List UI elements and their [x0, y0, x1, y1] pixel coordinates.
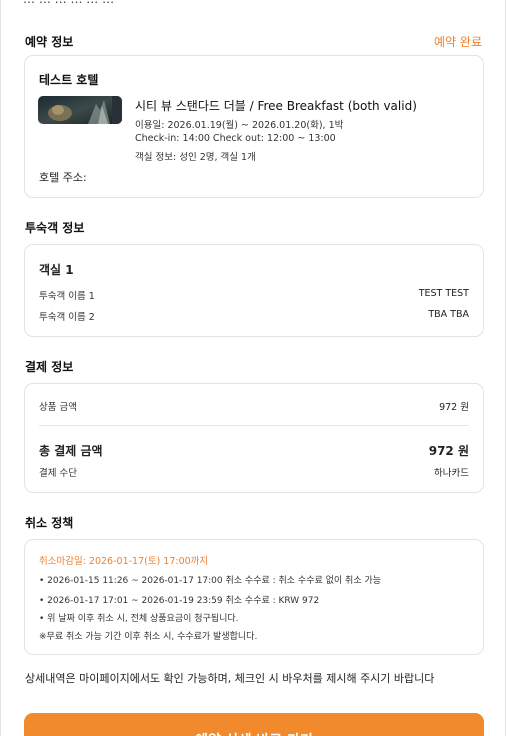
payment-method-value: 하나카드 [434, 468, 469, 479]
check-times: Check-in: 14:00 Check out: 12:00 ~ 13:00 [135, 133, 336, 144]
room-title: 시티 뷰 스탠다드 더블 / Free Breakfast (both vali… [135, 99, 417, 113]
status-badge: 예약 완료 [434, 35, 482, 49]
hotel-address-label: 호텔 주소: [39, 171, 87, 184]
guests-section-title: 투숙객 정보 [25, 221, 85, 235]
voucher-info-text: 상세내역은 마이페이지에서도 확인 가능하며, 체크인 시 바우처를 제시해 주… [25, 672, 435, 685]
payment-card: 상품 금액 972 원 총 결제 금액 972 원 결제 수단 하나카드 [24, 383, 484, 493]
guest-name-label: 투숙객 이름 1 [39, 291, 95, 302]
hotel-name: 테스트 호텔 [39, 73, 99, 87]
hotel-thumbnail[interactable] [38, 96, 122, 124]
hotel-image-icon [38, 96, 122, 124]
total-amount-value: 972 원 [428, 444, 469, 458]
top-partial-text: … … … … … … [23, 0, 114, 6]
policy-item: • 위 날짜 이후 취소 시, 전체 상품요금이 청구됩니다. [39, 614, 239, 624]
guest-name-value: TBA TBA [428, 309, 469, 320]
total-amount-label: 총 결제 금액 [39, 444, 103, 458]
stay-dates: 이용일: 2026.01.19(월) ~ 2026.01.20(화), 1박 [135, 120, 344, 131]
reservation-complete-page: … … … … … … 예약 정보 예약 완료 테스트 호텔 [0, 0, 506, 736]
policy-item: • 2026-01-17 17:01 ~ 2026-01-19 23:59 취소… [39, 596, 320, 606]
view-reservation-detail-button[interactable]: 예약 상세 바로 가기 [24, 713, 484, 736]
cancellation-deadline: 취소마감일: 2026-01-17(토) 17:00까지 [39, 556, 209, 567]
product-amount-label: 상품 금액 [39, 402, 77, 413]
reservation-card: 테스트 호텔 시티 뷰 스탠다드 더블 / Free Breakfast (bo… [24, 55, 484, 198]
policy-note: ※무료 취소 가능 기간 이후 취소 시, 수수료가 발생합니다. [39, 632, 258, 642]
guest-room-label: 객실 1 [39, 263, 74, 277]
guest-name-value: TEST TEST [418, 288, 469, 299]
payment-divider [39, 425, 469, 426]
policy-item: • 2026-01-15 11:26 ~ 2026-01-17 17:00 취소… [39, 576, 382, 586]
product-amount-value: 972 원 [439, 402, 469, 413]
room-info: 객실 정보: 성인 2명, 객실 1개 [135, 152, 256, 163]
payment-section-title: 결제 정보 [25, 360, 74, 374]
reservation-section-title: 예약 정보 [25, 35, 74, 49]
guests-card: 객실 1 투숙객 이름 1 TEST TEST 투숙객 이름 2 TBA TBA [24, 244, 484, 337]
cancellation-section-title: 취소 정책 [25, 516, 74, 530]
cancellation-card: 취소마감일: 2026-01-17(토) 17:00까지 • 2026-01-1… [24, 539, 484, 655]
payment-method-label: 결제 수단 [39, 468, 77, 479]
guest-name-label: 투숙객 이름 2 [39, 312, 95, 323]
